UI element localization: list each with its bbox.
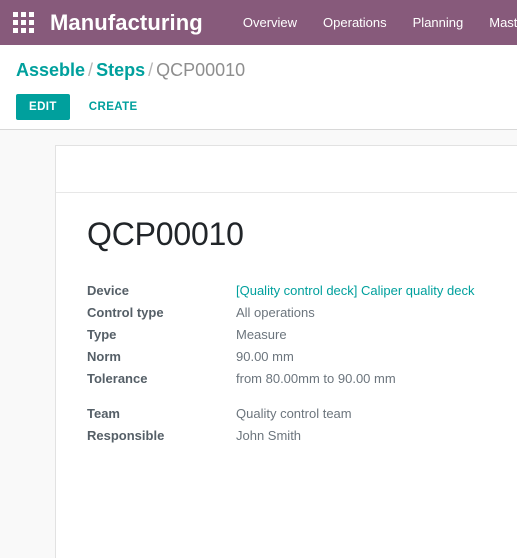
field-label-norm: Norm [87,349,121,364]
field-label-tolerance: Tolerance [87,371,148,386]
application-window: Manufacturing Overview Operations Planni… [0,0,517,558]
field-value-control-type: All operations [236,305,315,320]
field-value-norm: 90.00 mm [236,349,294,364]
field-value-device[interactable]: [Quality control deck] Caliper quality d… [236,281,474,303]
navbar-menu: Overview Operations Planning Master [243,0,517,45]
breadcrumb-item-root[interactable]: Asseble [16,60,85,80]
content-area: QCP00010 Device [Quality control deck] C… [0,130,517,558]
field-value-team: Quality control team [236,406,352,421]
app-brand-title: Manufacturing [50,10,203,35]
nav-item-operations[interactable]: Operations [310,0,400,45]
control-panel: Asseble / Steps / QCP00010 EDIT CREATE [0,45,517,130]
field-group-secondary: Team Quality control team Responsible Jo… [87,404,352,448]
top-navbar: Manufacturing Overview Operations Planni… [0,0,517,45]
create-button[interactable]: CREATE [76,94,151,120]
field-label-device: Device [87,283,129,298]
form-sheet: QCP00010 Device [Quality control deck] C… [55,145,517,558]
breadcrumb-separator-2: / [148,60,154,80]
field-row-responsible: Responsible John Smith [87,426,352,448]
breadcrumb-separator: / [88,60,94,80]
breadcrumb: Asseble / Steps / QCP00010 [16,59,501,81]
form-sheet-body: QCP00010 Device [Quality control deck] C… [56,193,517,448]
apps-menu-button[interactable] [0,0,46,45]
nav-item-overview[interactable]: Overview [243,0,310,45]
form-sheet-header [56,146,517,193]
field-group-divider [87,391,517,404]
field-row-norm: Norm 90.00 mm [87,347,474,369]
field-label-type: Type [87,327,117,342]
field-row-tolerance: Tolerance from 80.00mm to 90.00 mm [87,369,474,391]
field-row-control-type: Control type All operations [87,303,474,325]
nav-item-planning[interactable]: Planning [400,0,477,45]
apps-grid-icon [12,12,34,33]
field-row-device: Device [Quality control deck] Caliper qu… [87,281,474,303]
field-label-team: Team [87,406,120,421]
field-value-tolerance: from 80.00mm to 90.00 mm [236,371,396,386]
field-label-responsible: Responsible [87,428,165,443]
record-title: QCP00010 [87,216,244,252]
edit-button[interactable]: EDIT [16,94,70,120]
breadcrumb-item-current: QCP00010 [156,60,246,80]
field-row-type: Type Measure [87,325,474,347]
action-button-row: EDIT CREATE [16,94,501,120]
field-row-team: Team Quality control team [87,404,352,426]
field-value-type: Measure [236,327,287,342]
breadcrumb-item-parent[interactable]: Steps [96,60,145,80]
field-value-responsible: John Smith [236,428,302,443]
nav-item-master[interactable]: Master [476,0,517,45]
field-label-control-type: Control type [87,305,164,320]
field-group-primary: Device [Quality control deck] Caliper qu… [87,281,474,391]
